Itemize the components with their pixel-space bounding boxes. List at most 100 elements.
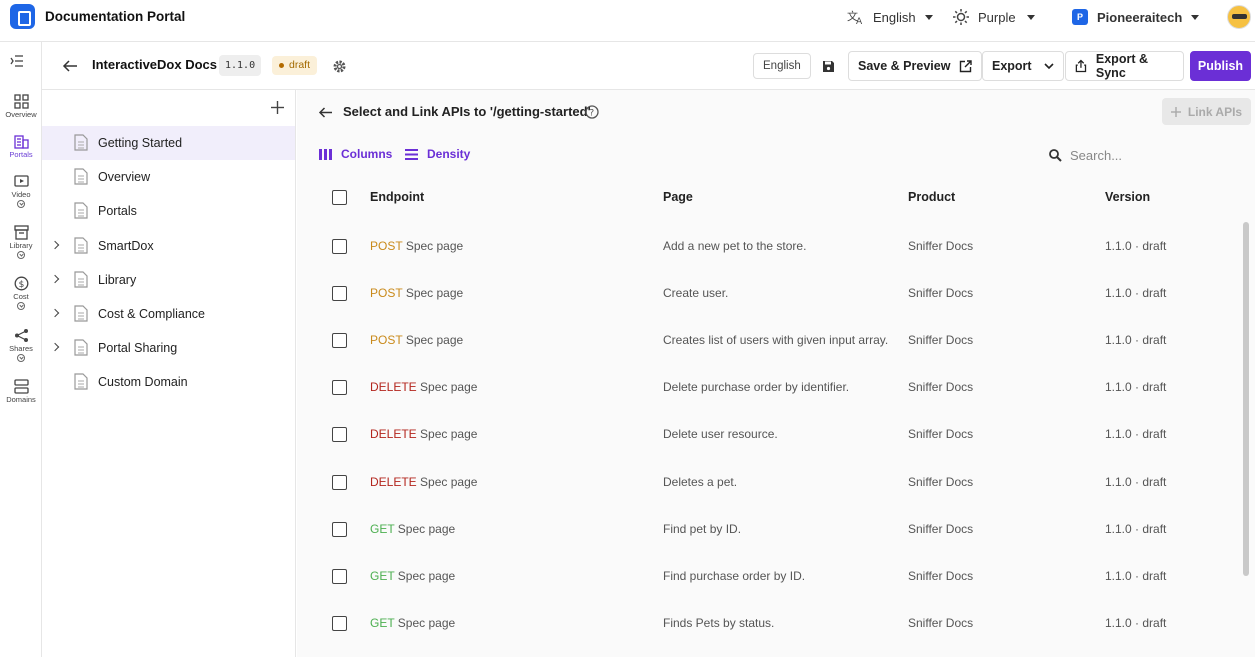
tree-item[interactable]: Custom Domain — [42, 365, 295, 399]
language-button[interactable]: English — [753, 53, 811, 79]
row-checkbox[interactable] — [332, 427, 347, 443]
nav-item-library[interactable]: Library — [0, 225, 42, 259]
product-cell: Sniffer Docs — [908, 239, 974, 253]
table-row[interactable]: POST Spec page Add a new pet to the store… — [311, 222, 1241, 269]
row-checkbox[interactable] — [332, 521, 347, 537]
gear-icon[interactable] — [332, 59, 347, 74]
tree-item[interactable]: Portals — [42, 194, 295, 228]
tree-item-label: Library — [98, 272, 137, 287]
table-row[interactable]: DELETE Spec page Deletes a pet. Sniffer Do… — [311, 458, 1241, 505]
columns-icon — [319, 148, 332, 160]
col-product[interactable]: Product — [908, 190, 955, 204]
export-sync-button[interactable]: Export & Sync — [1065, 51, 1184, 81]
collapse-menu-icon[interactable] — [10, 55, 24, 67]
select-all-checkbox[interactable] — [332, 190, 347, 205]
row-checkbox[interactable] — [332, 286, 347, 302]
columns-label: Columns — [341, 147, 393, 161]
chevron-right-icon[interactable] — [50, 308, 60, 318]
table-row[interactable]: GET Spec page Finds Pets by status. Sniffe… — [311, 599, 1241, 646]
save-preview-button[interactable]: Save & Preview — [848, 51, 983, 81]
link-apis-button[interactable]: Link APIs — [1162, 98, 1251, 125]
table-row[interactable]: DELETE Spec page Delete purchase order by… — [311, 363, 1241, 410]
version-cell: 1.1.0 · draft — [1105, 380, 1167, 395]
chevron-right-icon[interactable] — [50, 342, 60, 352]
nav-item-overview[interactable]: Overview — [0, 94, 42, 119]
tree-item[interactable]: Overview — [42, 160, 295, 194]
table-row[interactable]: GET Spec page Find pet by ID. Sniffer Docs… — [311, 505, 1241, 552]
tree-item[interactable]: Library — [42, 263, 295, 297]
chevron-down-icon — [17, 200, 25, 208]
tree-item-label: Getting Started — [98, 136, 183, 150]
product-cell: Sniffer Docs — [908, 568, 974, 583]
version-cell: 1.1.0 · draft — [1105, 568, 1167, 583]
svg-text:$: $ — [18, 280, 24, 290]
nav-label: Library — [9, 241, 33, 250]
search-input[interactable]: Search... — [1049, 143, 1249, 167]
share-icon — [14, 329, 28, 342]
table-row[interactable]: POST Spec page Creates list of users with… — [311, 316, 1241, 363]
status-badge: draft — [272, 56, 318, 75]
external-link-icon — [960, 59, 973, 72]
page-cell: Find pet by ID. — [663, 521, 742, 536]
version-cell: 1.1.0 · draft — [1105, 286, 1167, 301]
avatar[interactable] — [1227, 5, 1251, 29]
nav-item-domains[interactable]: Domains — [0, 379, 42, 404]
row-checkbox[interactable] — [332, 568, 347, 584]
tree-item[interactable]: Portal Sharing — [42, 331, 295, 365]
row-checkbox[interactable] — [332, 380, 347, 396]
http-method: GET — [370, 568, 395, 583]
nav-item-video[interactable]: Video — [0, 174, 42, 208]
chevron-right-icon[interactable] — [50, 240, 60, 249]
endpoint-label: Spec page — [397, 568, 456, 583]
tree-item[interactable]: Getting Started — [42, 126, 295, 160]
table-row[interactable]: GET Spec page Find purchase order by ID. S… — [311, 552, 1241, 599]
table-row[interactable]: DELETE Spec page Delete user resource. Sni… — [311, 410, 1241, 457]
org-selector[interactable]: P Pioneeraitech — [1072, 9, 1200, 25]
product-cell: Sniffer Docs — [908, 333, 974, 348]
tree-item[interactable]: Cost & Compliance — [42, 297, 295, 331]
row-checkbox[interactable] — [332, 239, 347, 254]
http-method: DELETE — [370, 474, 417, 489]
version-cell: 1.1.0 · draft — [1105, 474, 1167, 489]
density-icon — [405, 148, 418, 160]
save-icon[interactable] — [822, 60, 835, 73]
endpoint-label: Spec page — [420, 380, 478, 395]
scrollbar[interactable] — [1243, 222, 1249, 576]
export-button[interactable]: Export — [982, 51, 1064, 81]
back-arrow-icon[interactable] — [318, 106, 333, 119]
col-page[interactable]: Page — [663, 190, 693, 204]
svg-text:A: A — [856, 17, 863, 25]
density-button[interactable]: Density — [405, 147, 470, 161]
language-label: English — [873, 9, 916, 25]
nav-item-cost[interactable]: $ Cost — [0, 276, 42, 310]
help-icon[interactable]: ? — [585, 105, 599, 119]
table-row[interactable]: POST Spec page Create user. Sniffer Docs 1.… — [311, 269, 1241, 316]
language-selector[interactable]: 文A English — [847, 9, 933, 25]
endpoint-cell: POST Spec page — [370, 333, 463, 347]
back-arrow-icon[interactable] — [62, 59, 78, 73]
col-endpoint[interactable]: Endpoint — [370, 190, 424, 204]
nav-item-shares[interactable]: Shares — [0, 328, 42, 362]
chevron-down-icon — [1026, 14, 1035, 20]
nav-item-portals[interactable]: Portals — [0, 134, 42, 159]
svg-text:?: ? — [589, 108, 594, 118]
col-version[interactable]: Version — [1105, 190, 1150, 204]
theme-selector[interactable]: Purple — [953, 9, 1035, 25]
publish-button[interactable]: Publish — [1190, 51, 1251, 81]
app-logo-icon[interactable] — [10, 4, 35, 29]
page-cell: Create user. — [663, 286, 729, 301]
row-checkbox[interactable] — [332, 333, 347, 349]
row-checkbox[interactable] — [332, 615, 347, 631]
tree-item[interactable]: SmartDox — [42, 229, 295, 263]
http-method: GET — [370, 615, 395, 630]
server-icon — [13, 379, 29, 394]
upload-icon — [1075, 59, 1087, 73]
page-cell: Deletes a pet. — [663, 474, 738, 489]
chevron-right-icon[interactable] — [50, 274, 60, 284]
columns-button[interactable]: Columns — [319, 147, 392, 161]
plus-icon[interactable] — [271, 101, 284, 114]
nav-label: Shares — [9, 344, 33, 353]
endpoint-cell: POST Spec page — [370, 286, 463, 300]
row-checkbox[interactable] — [332, 474, 347, 490]
nav-label: Cost — [13, 292, 29, 301]
